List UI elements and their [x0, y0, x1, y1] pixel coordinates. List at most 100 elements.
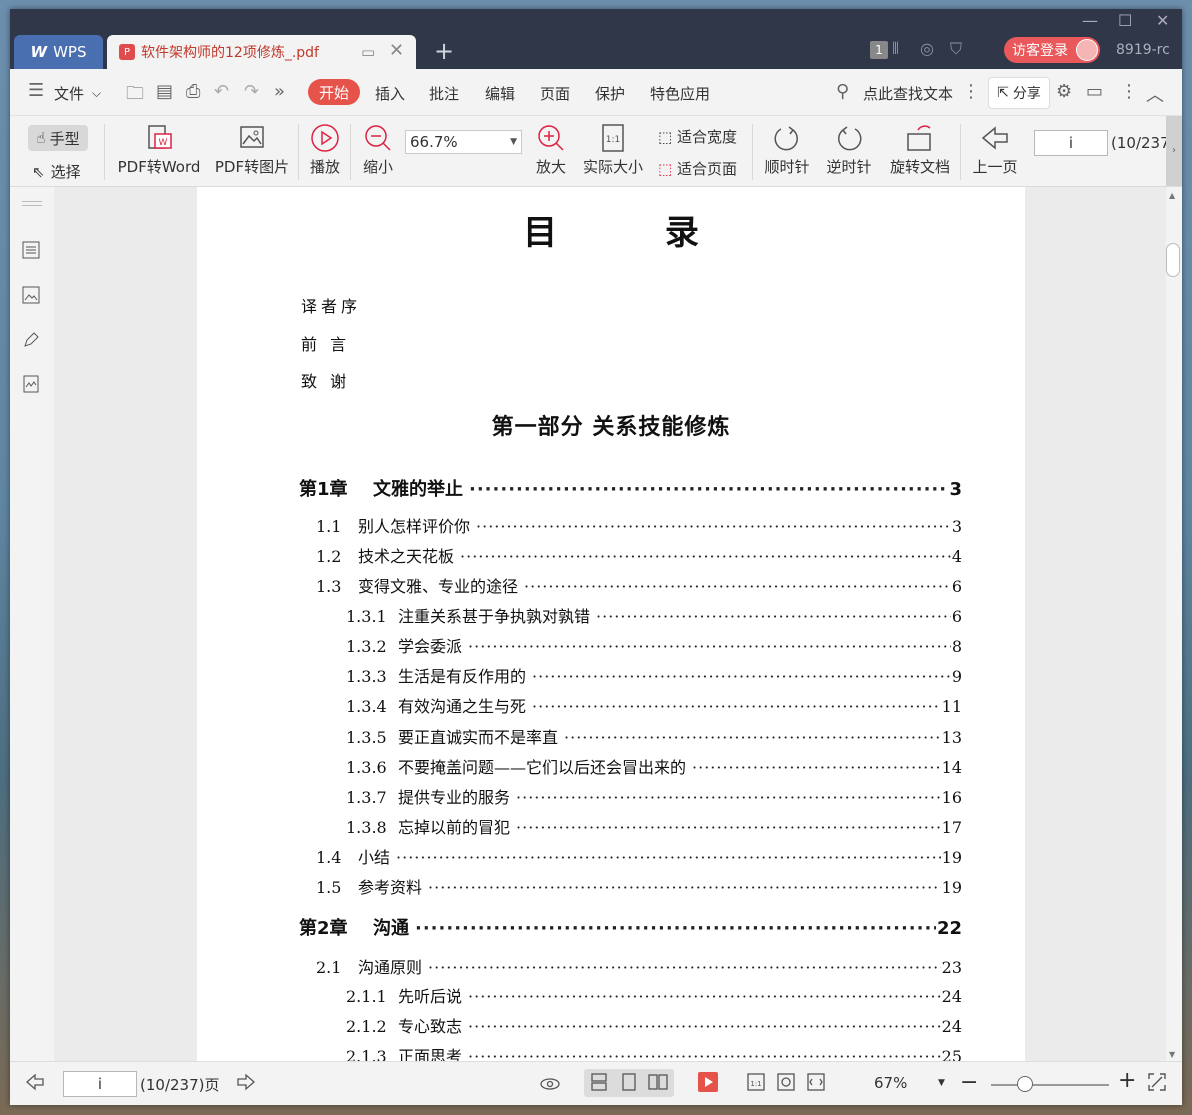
signature-icon[interactable] [21, 374, 41, 394]
document-tab[interactable]: P 软件架构师的12项修炼_.pdf ▭ ✕ [107, 35, 416, 69]
print-icon[interactable]: ⎙ [186, 81, 200, 102]
hamburger-menu-icon[interactable]: ☰ [28, 80, 44, 101]
vertical-scrollbar[interactable]: ▲ ▼ [1166, 187, 1182, 1061]
scroll-down-icon[interactable]: ▼ [1169, 1050, 1175, 1059]
toc-chapter-line[interactable]: 第2章 沟通 22 [299, 914, 962, 940]
toc-section-line[interactable]: 1.1 别人怎样评价你 3 [316, 513, 962, 537]
tab-edit[interactable]: 编辑 [485, 83, 515, 104]
redo-icon[interactable]: ↷ [244, 81, 259, 102]
save-icon[interactable]: ▤ [156, 81, 173, 102]
two-page-view-icon[interactable] [647, 1071, 669, 1093]
toc-chapter-line[interactable]: 第1章 文雅的举止 3 [299, 475, 962, 501]
actual-size-status-icon[interactable]: 1:1 [745, 1071, 767, 1093]
eye-protection-icon[interactable] [539, 1071, 561, 1093]
more-options-icon[interactable]: ⋮ [1120, 81, 1138, 102]
new-tab-button[interactable]: + [434, 37, 454, 65]
chevron-down-icon[interactable]: ⌵ [92, 86, 101, 101]
toc-section-line[interactable]: 1.4 小结 19 [316, 844, 962, 868]
window-count-badge[interactable]: 1 [870, 41, 888, 59]
skin-icon[interactable]: ◎ [920, 39, 934, 58]
open-folder-icon[interactable]: 🗀 [126, 81, 144, 111]
tab-special-apps[interactable]: 特色应用 [650, 83, 710, 104]
toc-section-line[interactable]: 2.1.3 正面思考 25 [346, 1043, 962, 1061]
toc-section-line[interactable]: 1.3.2 学会委派 8 [346, 633, 962, 657]
shirt-icon[interactable]: ⛉ [950, 39, 962, 59]
fit-width-status-icon[interactable] [805, 1071, 827, 1093]
rotate-counterclockwise-button[interactable]: 逆时针 [824, 122, 874, 177]
file-menu[interactable]: 文件 [54, 83, 84, 104]
tab-insert[interactable]: 插入 [375, 83, 405, 104]
toc-section-line[interactable]: 1.3.4 有效沟通之生与死 11 [346, 693, 962, 717]
toc-section-line[interactable]: 1.2 技术之天花板 4 [316, 543, 962, 567]
status-zoom-value[interactable]: 67% [874, 1074, 907, 1092]
play-button[interactable]: 播放 [307, 122, 343, 177]
maximize-icon[interactable]: ☐ [1118, 11, 1132, 30]
tab-start[interactable]: 开始 [308, 79, 360, 105]
previous-page-button[interactable]: 上一页 [970, 122, 1020, 177]
zoom-slider-track[interactable] [991, 1084, 1109, 1086]
close-tab-icon[interactable]: ✕ [389, 40, 404, 61]
ribbon-scroll-right-icon[interactable]: › [1166, 116, 1182, 186]
fit-width-button[interactable]: ⬚ 适合宽度 [658, 126, 737, 147]
actual-size-button[interactable]: 1:1 实际大小 [578, 122, 648, 177]
status-page-input[interactable]: i [63, 1071, 137, 1097]
prev-page-arrow-icon[interactable] [24, 1071, 46, 1093]
toc-section-line[interactable]: 1.3.7 提供专业的服务 16 [346, 784, 962, 808]
more-vertical-icon[interactable]: ⋮ [962, 81, 980, 102]
zoom-plus-icon[interactable]: + [1118, 1068, 1136, 1093]
toc-section-line[interactable]: 1.3.5 要正直诚实而不是率直 13 [346, 724, 962, 748]
fit-page-status-icon[interactable] [775, 1071, 797, 1093]
toc-section-line[interactable]: 1.3 变得文雅、专业的途径 6 [316, 573, 962, 597]
pdf-to-image-button[interactable]: PDF转图片 [214, 122, 290, 177]
toc-section-line[interactable]: 1.3.8 忘掉以前的冒犯 17 [346, 814, 962, 838]
rotate-clockwise-button[interactable]: 顺时针 [762, 122, 812, 177]
zoom-out-button[interactable]: 缩小 [360, 122, 396, 177]
close-window-icon[interactable]: ✕ [1156, 11, 1169, 30]
toc-section-line[interactable]: 1.5 参考资料 19 [316, 874, 962, 898]
float-window-icon[interactable]: ▭ [361, 43, 375, 61]
window-list-icon[interactable]: ⦀ [892, 39, 899, 59]
collapse-ribbon-icon[interactable]: ︿ [1146, 81, 1164, 107]
rotate-document-button[interactable]: 旋转文档 [888, 122, 952, 177]
select-tool-button[interactable]: ⇖ 选择 [32, 161, 81, 182]
fullscreen-icon[interactable] [1146, 1071, 1168, 1093]
toc-section-line[interactable]: 1.3.3 生活是有反作用的 9 [346, 663, 962, 687]
outline-icon[interactable] [21, 240, 41, 260]
scroll-up-icon[interactable]: ▲ [1169, 191, 1175, 200]
toc-section-line[interactable]: 1.3.1 注重关系甚于争执孰对孰错 6 [346, 603, 962, 627]
search-icon[interactable]: ⚲ [836, 81, 849, 102]
visitor-login-button[interactable]: 访客登录 [1004, 37, 1100, 63]
minimize-icon[interactable]: — [1082, 11, 1098, 30]
page-number-input[interactable]: i [1034, 130, 1108, 156]
play-slideshow-icon[interactable] [697, 1071, 719, 1093]
zoom-slider-knob[interactable] [1017, 1076, 1033, 1092]
pdf-to-word-button[interactable]: W PDF转Word [114, 122, 204, 177]
next-page-arrow-icon[interactable] [235, 1071, 257, 1093]
share-button[interactable]: ⇱ 分享 [988, 77, 1050, 109]
toc-section-line[interactable]: 1.3.6 不要掩盖问题——它们以后还会冒出来的 14 [346, 754, 962, 778]
undo-icon[interactable]: ↶ [214, 81, 229, 102]
tab-protect[interactable]: 保护 [595, 83, 625, 104]
toc-section-line[interactable]: 2.1.2 专心致志 24 [346, 1013, 962, 1037]
zoom-minus-icon[interactable]: − [960, 1070, 978, 1095]
toc-section-line[interactable]: 2.1 沟通原则 23 [316, 954, 962, 978]
zoom-in-button[interactable]: 放大 [533, 122, 569, 177]
single-page-view-icon[interactable] [618, 1071, 640, 1093]
toc-section-line[interactable]: 2.1.1 先听后说 24 [346, 983, 962, 1007]
gear-icon[interactable]: ⚙ [1056, 81, 1072, 102]
panel-grip[interactable] [22, 201, 42, 202]
zoom-select[interactable]: 66.7% ▼ [405, 130, 522, 154]
find-text-button[interactable]: 点此查找文本 [863, 83, 953, 104]
tab-page[interactable]: 页面 [540, 83, 570, 104]
tab-annotate[interactable]: 批注 [429, 83, 459, 104]
hand-tool-button[interactable]: ☝ 手型 [28, 125, 88, 151]
more-double-chevron-icon[interactable]: » [274, 81, 285, 102]
annotation-pen-icon[interactable] [21, 330, 41, 350]
document-viewport[interactable]: 目 录 译者序 前 言 致 谢 第一部分 关系技能修炼 第1章文雅的举止31.1… [54, 187, 1166, 1061]
comment-icon[interactable]: ▭ [1086, 81, 1103, 102]
scrollbar-thumb[interactable] [1166, 243, 1180, 277]
wps-home-tab[interactable]: W WPS [14, 35, 103, 69]
fit-page-button[interactable]: ⬚ 适合页面 [658, 158, 737, 179]
continuous-view-icon[interactable] [588, 1071, 610, 1093]
zoom-dropdown-icon[interactable]: ▼ [938, 1078, 945, 1088]
